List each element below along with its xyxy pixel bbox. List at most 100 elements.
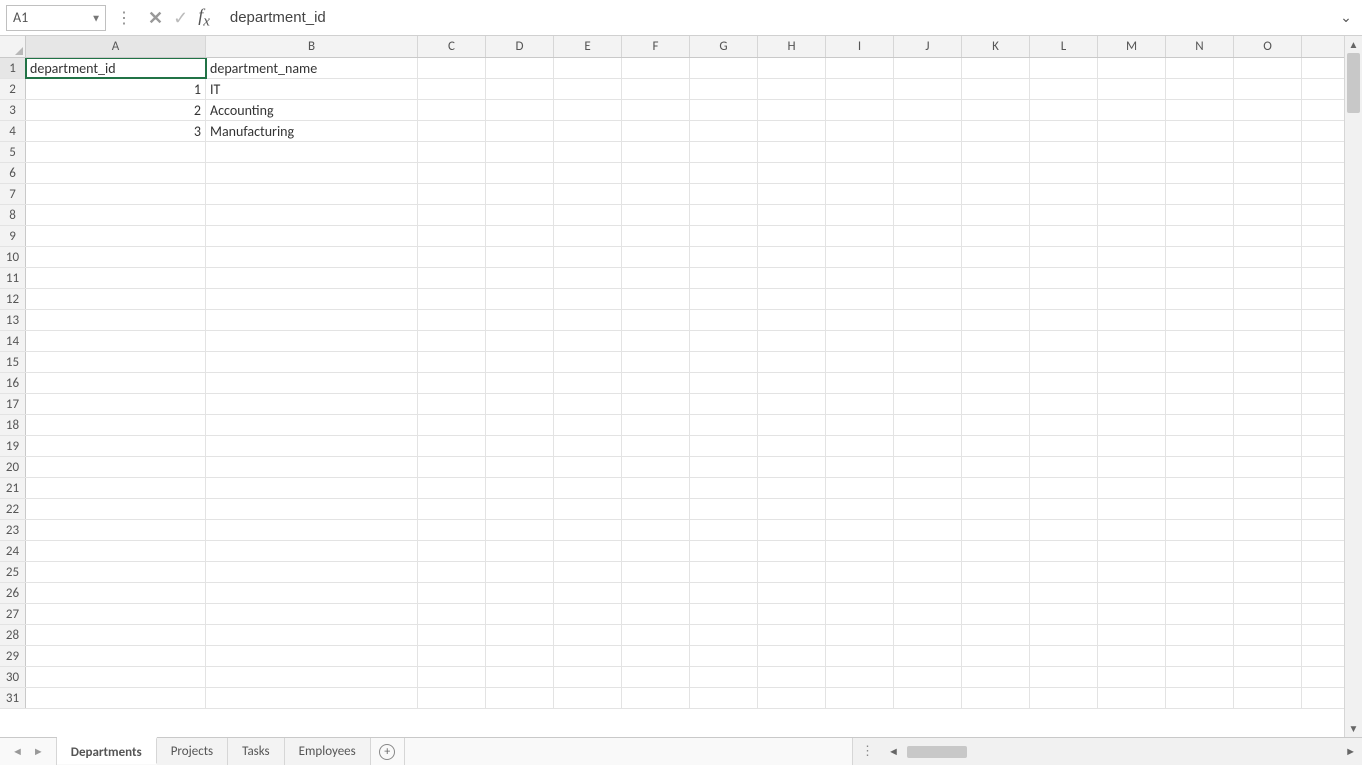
cell-O31[interactable] — [1234, 688, 1302, 708]
cell-M13[interactable] — [1098, 310, 1166, 330]
column-header-F[interactable]: F — [622, 36, 690, 57]
cell-I30[interactable] — [826, 667, 894, 687]
cell-A18[interactable] — [26, 415, 206, 435]
cell-I7[interactable] — [826, 184, 894, 204]
cell-J12[interactable] — [894, 289, 962, 309]
cell-B17[interactable] — [206, 394, 418, 414]
cell-B14[interactable] — [206, 331, 418, 351]
cell-C13[interactable] — [418, 310, 486, 330]
cell-F27[interactable] — [622, 604, 690, 624]
cell-H23[interactable] — [758, 520, 826, 540]
cell-L1[interactable] — [1030, 58, 1098, 78]
sheet-nav-next-icon[interactable]: ► — [33, 745, 44, 758]
cell-A15[interactable] — [26, 352, 206, 372]
cell-J15[interactable] — [894, 352, 962, 372]
row-header-10[interactable]: 10 — [0, 247, 26, 267]
cell-J19[interactable] — [894, 436, 962, 456]
cell-G30[interactable] — [690, 667, 758, 687]
cell-E20[interactable] — [554, 457, 622, 477]
cell-H4[interactable] — [758, 121, 826, 141]
cell-G13[interactable] — [690, 310, 758, 330]
cell-K3[interactable] — [962, 100, 1030, 120]
cell-C6[interactable] — [418, 163, 486, 183]
cell-A21[interactable] — [26, 478, 206, 498]
cell-M7[interactable] — [1098, 184, 1166, 204]
cell-J9[interactable] — [894, 226, 962, 246]
cell-E26[interactable] — [554, 583, 622, 603]
cell-B4[interactable]: Manufacturing — [206, 121, 418, 141]
cell-O4[interactable] — [1234, 121, 1302, 141]
cell-E28[interactable] — [554, 625, 622, 645]
cell-A30[interactable] — [26, 667, 206, 687]
cell-E3[interactable] — [554, 100, 622, 120]
vertical-scrollbar[interactable]: ▲ ▼ — [1344, 36, 1362, 737]
accept-icon[interactable]: ✓ — [173, 7, 188, 29]
cell-F10[interactable] — [622, 247, 690, 267]
cell-D31[interactable] — [486, 688, 554, 708]
cell-D15[interactable] — [486, 352, 554, 372]
cell-H1[interactable] — [758, 58, 826, 78]
cell-J3[interactable] — [894, 100, 962, 120]
cell-L15[interactable] — [1030, 352, 1098, 372]
cell-K8[interactable] — [962, 205, 1030, 225]
vertical-dots-icon[interactable]: ⋮ — [112, 8, 136, 28]
cell-N25[interactable] — [1166, 562, 1234, 582]
cell-D7[interactable] — [486, 184, 554, 204]
cell-G27[interactable] — [690, 604, 758, 624]
cell-E22[interactable] — [554, 499, 622, 519]
cell-D2[interactable] — [486, 79, 554, 99]
scroll-track[interactable] — [1345, 53, 1362, 720]
cell-M8[interactable] — [1098, 205, 1166, 225]
cell-D3[interactable] — [486, 100, 554, 120]
cell-D6[interactable] — [486, 163, 554, 183]
cell-N7[interactable] — [1166, 184, 1234, 204]
cell-L10[interactable] — [1030, 247, 1098, 267]
cell-D8[interactable] — [486, 205, 554, 225]
cell-N6[interactable] — [1166, 163, 1234, 183]
cell-M23[interactable] — [1098, 520, 1166, 540]
cell-G5[interactable] — [690, 142, 758, 162]
sheet-tab-departments[interactable]: Departments — [57, 737, 157, 764]
cell-B24[interactable] — [206, 541, 418, 561]
cell-F14[interactable] — [622, 331, 690, 351]
column-header-O[interactable]: O — [1234, 36, 1302, 57]
cell-H5[interactable] — [758, 142, 826, 162]
cell-F28[interactable] — [622, 625, 690, 645]
cell-E4[interactable] — [554, 121, 622, 141]
cell-G2[interactable] — [690, 79, 758, 99]
cell-F9[interactable] — [622, 226, 690, 246]
cell-J13[interactable] — [894, 310, 962, 330]
cell-H18[interactable] — [758, 415, 826, 435]
cell-L3[interactable] — [1030, 100, 1098, 120]
cell-I24[interactable] — [826, 541, 894, 561]
cell-B20[interactable] — [206, 457, 418, 477]
cell-B5[interactable] — [206, 142, 418, 162]
cell-O27[interactable] — [1234, 604, 1302, 624]
cell-A11[interactable] — [26, 268, 206, 288]
cell-G21[interactable] — [690, 478, 758, 498]
row-header-18[interactable]: 18 — [0, 415, 26, 435]
cell-O9[interactable] — [1234, 226, 1302, 246]
row-header-26[interactable]: 26 — [0, 583, 26, 603]
cell-A24[interactable] — [26, 541, 206, 561]
cell-O23[interactable] — [1234, 520, 1302, 540]
cell-A8[interactable] — [26, 205, 206, 225]
cell-F15[interactable] — [622, 352, 690, 372]
cell-E24[interactable] — [554, 541, 622, 561]
cell-I27[interactable] — [826, 604, 894, 624]
row-header-20[interactable]: 20 — [0, 457, 26, 477]
cell-K10[interactable] — [962, 247, 1030, 267]
cell-C22[interactable] — [418, 499, 486, 519]
cell-I26[interactable] — [826, 583, 894, 603]
cell-B23[interactable] — [206, 520, 418, 540]
cell-H26[interactable] — [758, 583, 826, 603]
grid-body[interactable]: 1department_iddepartment_name21IT32Accou… — [0, 58, 1362, 737]
cell-I10[interactable] — [826, 247, 894, 267]
cell-N13[interactable] — [1166, 310, 1234, 330]
cell-I2[interactable] — [826, 79, 894, 99]
cell-M20[interactable] — [1098, 457, 1166, 477]
cell-H24[interactable] — [758, 541, 826, 561]
cell-M27[interactable] — [1098, 604, 1166, 624]
cell-N2[interactable] — [1166, 79, 1234, 99]
cell-I17[interactable] — [826, 394, 894, 414]
